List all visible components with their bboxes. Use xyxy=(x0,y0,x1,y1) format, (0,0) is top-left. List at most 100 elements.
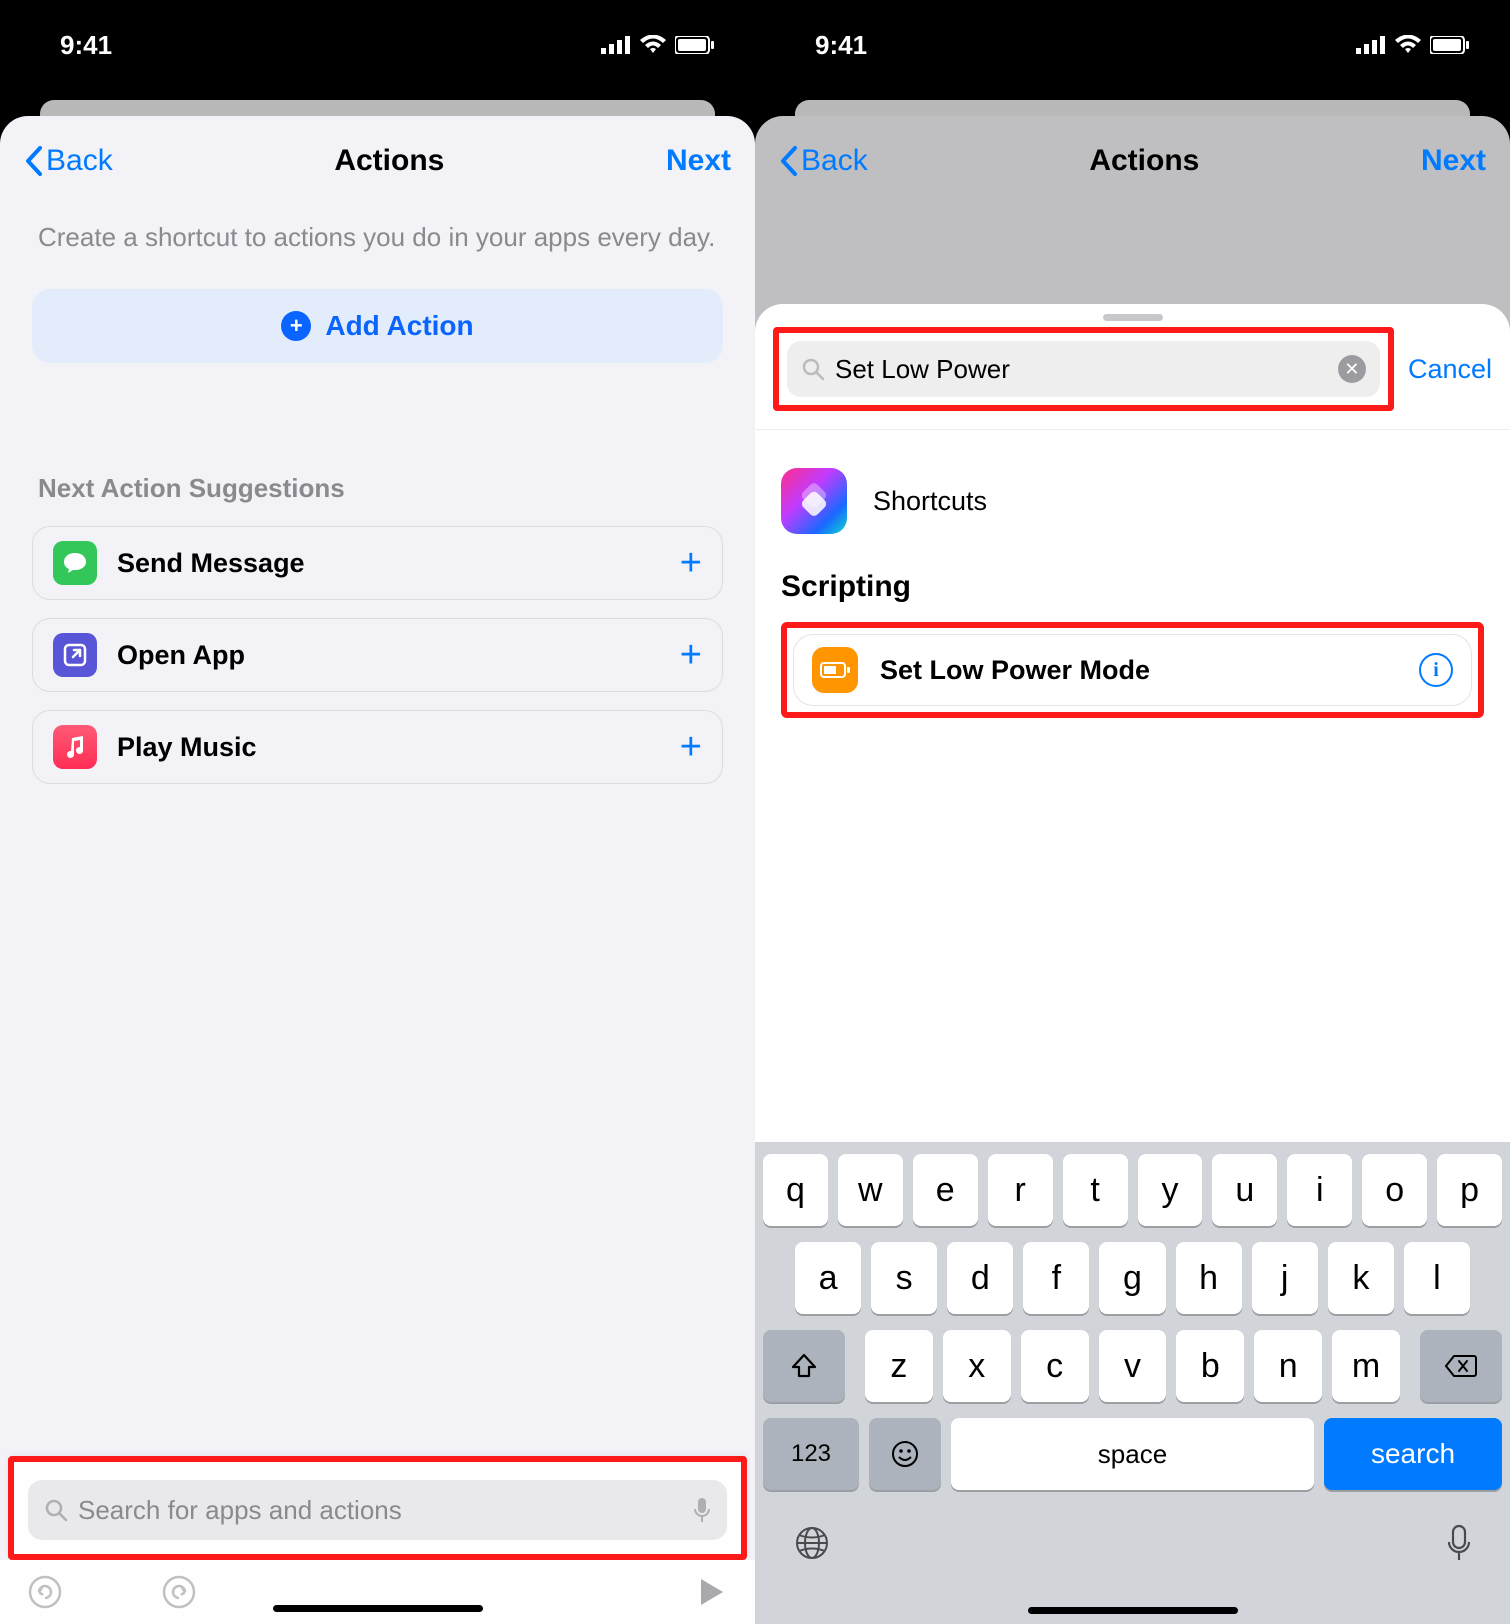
keyboard[interactable]: qwertyuiop asdfghjkl zxcvbnm 123 xyxy=(755,1142,1510,1624)
search-key[interactable]: search xyxy=(1324,1418,1502,1490)
add-action-button[interactable]: + Add Action xyxy=(32,289,723,363)
search-input[interactable]: Set Low Power ✕ xyxy=(787,341,1380,397)
back-label: Back xyxy=(46,144,113,178)
next-button[interactable]: Next xyxy=(666,144,731,178)
wifi-icon xyxy=(639,35,667,55)
plus-icon[interactable]: + xyxy=(680,726,702,769)
right-phone: 9:41 Back Actions Next xyxy=(755,0,1510,1624)
toolbar xyxy=(0,1560,755,1624)
key-d[interactable]: d xyxy=(947,1242,1013,1314)
action-highlight: Set Low Power Mode i xyxy=(781,622,1484,718)
search-value: Set Low Power xyxy=(835,354,1338,385)
redo-button[interactable] xyxy=(162,1575,196,1609)
emoji-key[interactable] xyxy=(869,1418,941,1490)
key-w[interactable]: w xyxy=(838,1154,903,1226)
key-t[interactable]: t xyxy=(1063,1154,1128,1226)
signal-icon xyxy=(601,36,631,54)
key-c[interactable]: c xyxy=(1021,1330,1089,1402)
left-phone: 9:41 Back Actions Next Create a shortcut… xyxy=(0,0,755,1624)
play-button[interactable] xyxy=(697,1577,727,1607)
key-b[interactable]: b xyxy=(1176,1330,1244,1402)
chevron-left-icon xyxy=(779,146,797,176)
dictation-key[interactable] xyxy=(1446,1524,1472,1562)
battery-icon xyxy=(812,647,858,693)
sheet-grab-handle[interactable] xyxy=(1103,314,1163,321)
key-p[interactable]: p xyxy=(1437,1154,1502,1226)
clear-icon[interactable]: ✕ xyxy=(1338,355,1366,383)
search-highlight: Set Low Power ✕ xyxy=(773,327,1394,411)
key-k[interactable]: k xyxy=(1328,1242,1394,1314)
key-z[interactable]: z xyxy=(865,1330,933,1402)
music-icon xyxy=(53,725,97,769)
key-e[interactable]: e xyxy=(913,1154,978,1226)
search-input[interactable]: Search for apps and actions xyxy=(28,1480,727,1540)
key-y[interactable]: y xyxy=(1138,1154,1203,1226)
suggestion-send-message[interactable]: Send Message + xyxy=(32,526,723,600)
back-button[interactable]: Back xyxy=(24,144,113,178)
status-bar: 9:41 xyxy=(755,0,1510,90)
key-v[interactable]: v xyxy=(1099,1330,1167,1402)
plus-icon[interactable]: + xyxy=(680,634,702,677)
suggestion-label: Open App xyxy=(117,640,680,671)
globe-key[interactable] xyxy=(793,1524,831,1562)
key-n[interactable]: n xyxy=(1254,1330,1322,1402)
plus-icon[interactable]: + xyxy=(680,542,702,585)
key-q[interactable]: q xyxy=(763,1154,828,1226)
nav-title: Actions xyxy=(1089,144,1199,178)
chevron-left-icon xyxy=(24,146,42,176)
space-key[interactable]: space xyxy=(951,1418,1314,1490)
back-button[interactable]: Back xyxy=(779,144,868,178)
suggestion-label: Send Message xyxy=(117,548,680,579)
search-icon xyxy=(44,1498,68,1522)
signal-icon xyxy=(1356,36,1386,54)
key-g[interactable]: g xyxy=(1099,1242,1165,1314)
key-j[interactable]: j xyxy=(1252,1242,1318,1314)
actions-panel: Back Actions Next Create a shortcut to a… xyxy=(0,116,755,1624)
plus-circle-icon: + xyxy=(281,311,311,341)
key-h[interactable]: h xyxy=(1176,1242,1242,1314)
status-time: 9:41 xyxy=(815,30,867,61)
nav-bar: Back Actions Next xyxy=(0,116,755,198)
search-bar-container: Search for apps and actions xyxy=(8,1456,747,1560)
search-placeholder: Search for apps and actions xyxy=(78,1495,693,1526)
search-icon xyxy=(801,357,825,381)
wifi-icon xyxy=(1394,35,1422,55)
status-icons xyxy=(601,35,715,55)
action-set-low-power-mode[interactable]: Set Low Power Mode i xyxy=(793,634,1472,706)
key-m[interactable]: m xyxy=(1332,1330,1400,1402)
search-sheet: Set Low Power ✕ Cancel Shortcuts Scripti… xyxy=(755,304,1510,1624)
next-button[interactable]: Next xyxy=(1421,144,1486,178)
cancel-button[interactable]: Cancel xyxy=(1408,354,1492,385)
info-icon[interactable]: i xyxy=(1419,653,1453,687)
key-f[interactable]: f xyxy=(1023,1242,1089,1314)
suggestion-play-music[interactable]: Play Music + xyxy=(32,710,723,784)
key-s[interactable]: s xyxy=(871,1242,937,1314)
key-r[interactable]: r xyxy=(988,1154,1053,1226)
key-a[interactable]: a xyxy=(795,1242,861,1314)
status-bar: 9:41 xyxy=(0,0,755,90)
nav-bar: Back Actions Next xyxy=(755,116,1510,198)
undo-button[interactable] xyxy=(28,1575,62,1609)
suggestion-open-app[interactable]: Open App + xyxy=(32,618,723,692)
shortcuts-icon xyxy=(781,468,847,534)
open-app-icon xyxy=(53,633,97,677)
app-shortcuts[interactable]: Shortcuts xyxy=(781,468,1484,534)
key-i[interactable]: i xyxy=(1287,1154,1352,1226)
app-label: Shortcuts xyxy=(873,486,987,517)
shift-key[interactable] xyxy=(763,1330,845,1402)
key-x[interactable]: x xyxy=(943,1330,1011,1402)
battery-icon xyxy=(1430,36,1470,54)
numbers-key[interactable]: 123 xyxy=(763,1418,859,1490)
mic-icon[interactable] xyxy=(693,1497,711,1523)
backspace-key[interactable] xyxy=(1420,1330,1502,1402)
message-icon xyxy=(53,541,97,585)
suggestion-label: Play Music xyxy=(117,732,680,763)
description: Create a shortcut to actions you do in y… xyxy=(38,220,717,255)
back-label: Back xyxy=(801,144,868,178)
key-u[interactable]: u xyxy=(1212,1154,1277,1226)
home-indicator xyxy=(1028,1607,1238,1614)
add-action-label: Add Action xyxy=(325,310,473,342)
key-o[interactable]: o xyxy=(1362,1154,1427,1226)
battery-icon xyxy=(675,36,715,54)
key-l[interactable]: l xyxy=(1404,1242,1470,1314)
